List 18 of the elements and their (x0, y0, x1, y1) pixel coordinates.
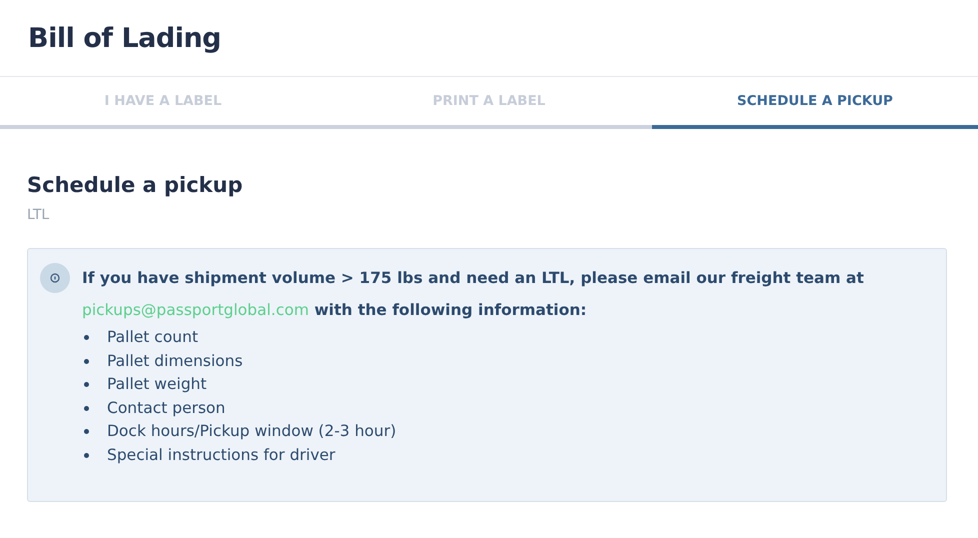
bullet-icon (84, 358, 89, 364)
notice-text: If you have shipment volume > 175 lbs and need an LTL, please email our freight team at pickups@passportglobal.com with the following information: (82, 268, 865, 321)
list-item: Dock hours/Pickup window (2-3 hour) (107, 421, 396, 442)
bullet-icon (84, 335, 89, 340)
list-item: Pallet count (107, 327, 198, 348)
info-icon (40, 263, 70, 293)
list-item: Pallet dimensions (107, 350, 243, 372)
section-subtitle: LTL (27, 207, 50, 223)
section-heading: Schedule a pickup (27, 173, 244, 197)
bullet-icon (84, 452, 89, 458)
list-item: Pallet weight (107, 374, 207, 395)
list-item: Contact person (107, 398, 226, 418)
page-title: Bill of Lading (28, 22, 221, 54)
bullet-icon (84, 406, 89, 411)
bullet-icon (84, 382, 89, 388)
bullet-icon (84, 429, 89, 434)
list-item: Special instructions for driver (107, 444, 336, 466)
email-link[interactable]: pickups@passportglobal.com (82, 301, 309, 319)
